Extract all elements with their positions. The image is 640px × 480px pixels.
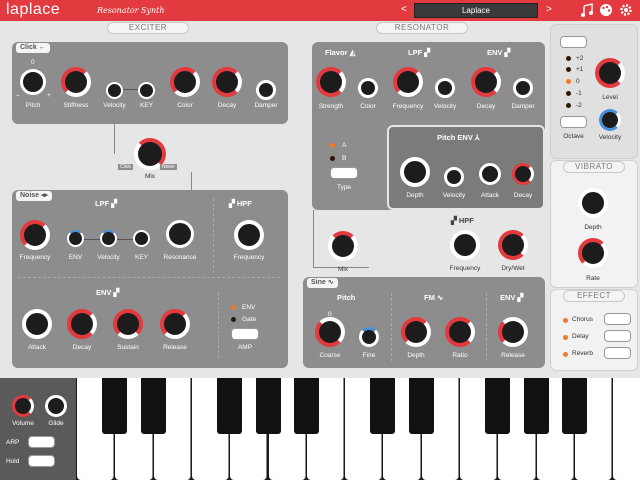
resonator-frequency-knob[interactable] [393,67,423,97]
amp-env-option-dot[interactable] [231,305,236,310]
chorus-toggle-dot[interactable] [563,318,568,323]
black-key[interactable] [561,378,587,434]
music-note-icon[interactable] [580,3,594,17]
prev-preset-button[interactable]: < [401,4,407,15]
octave-plus1-dot[interactable] [566,67,571,72]
noise-env-knob[interactable] [67,230,84,247]
noise-attack-knob[interactable] [22,309,52,339]
noise-sustain-knob[interactable] [113,309,143,339]
black-key[interactable] [102,378,128,434]
black-key[interactable] [408,378,434,434]
resonator-damper-knob[interactable] [513,78,533,98]
noise-release-knob[interactable] [160,309,190,339]
noise-resonance-knob[interactable] [166,220,194,248]
effect-heading: EFFECT [563,290,625,302]
black-key[interactable] [140,378,166,434]
palette-icon[interactable] [599,3,613,17]
noise-decay-knob[interactable] [67,309,97,339]
preset-name[interactable]: Laplace [414,3,538,18]
delay-edit-button[interactable] [604,330,631,342]
noise-velocity-knob[interactable] [100,230,117,247]
click-key-knob[interactable] [138,82,155,99]
pitch-env-attack-knob[interactable] [479,163,501,185]
vibrato-depth-knob[interactable] [578,188,608,218]
fm-depth-knob[interactable] [401,317,431,347]
sine-fine-knob[interactable] [359,327,379,347]
resonator-heading: RESONATOR [376,22,468,34]
glide-knob[interactable] [45,395,67,417]
brand-subtitle: Resonator Synth [97,6,165,15]
noise-key-knob[interactable] [133,230,150,247]
reverb-toggle-dot[interactable] [563,352,568,357]
black-key[interactable] [523,378,549,434]
black-key[interactable] [370,378,396,434]
volume-knob[interactable] [12,395,34,417]
amp-toggle-button[interactable] [231,328,259,340]
sine-coarse-knob[interactable] [315,317,345,347]
octave-down-button[interactable] [560,116,587,128]
vibrato-rate-knob[interactable] [578,238,608,268]
octave-minus2-dot[interactable] [566,103,571,108]
click-damper-knob[interactable] [256,80,276,100]
exciter-heading: EXCITER [107,22,189,34]
delay-toggle-dot[interactable] [563,335,568,340]
next-preset-button[interactable]: > [546,4,552,15]
resonator-hpf-frequency-knob[interactable] [450,230,480,260]
brand-logo: laplace [6,1,61,18]
amp-gate-option-dot[interactable] [231,317,236,322]
sine-tab[interactable]: Sine ∿ [307,278,338,288]
type-a-dot[interactable] [330,143,335,148]
black-key[interactable] [485,378,511,434]
resonator-decay-knob[interactable] [471,67,501,97]
black-key[interactable] [255,378,281,434]
octave-plus2-dot[interactable] [566,56,571,61]
pitch-env-velocity-knob[interactable] [444,167,464,187]
resonator-velocity-knob[interactable] [435,78,455,98]
click-velocity-knob[interactable] [106,82,123,99]
level-knob[interactable] [595,58,625,88]
noise-panel [12,190,288,368]
octave-zero-dot[interactable] [566,79,571,84]
stiffness-knob[interactable] [61,67,91,97]
resonator-strength-knob[interactable] [316,67,346,97]
top-bar [0,0,640,21]
resonator-mix-knob[interactable] [328,231,358,261]
chorus-edit-button[interactable] [604,313,631,325]
sine-release-knob[interactable] [498,317,528,347]
noise-hpf-frequency-knob[interactable] [234,220,264,250]
octave-minus1-dot[interactable] [566,91,571,96]
black-key[interactable] [293,378,319,434]
octave-up-button[interactable] [560,36,587,48]
click-tab[interactable]: Click ← [16,43,50,53]
noise-lpf-frequency-knob[interactable] [20,220,50,250]
arp-button[interactable] [28,436,55,448]
type-b-dot[interactable] [330,156,335,161]
resonator-color-knob[interactable] [358,78,378,98]
level-velocity-knob[interactable] [599,109,621,131]
reverb-edit-button[interactable] [604,347,631,359]
type-button[interactable] [330,167,358,179]
fm-ratio-knob[interactable] [445,317,475,347]
vibrato-heading: VIBRATO [563,161,625,173]
pitch-knob[interactable] [20,69,46,95]
black-key[interactable] [217,378,243,434]
pitch-env-depth-knob[interactable] [400,157,430,187]
dry-wet-knob[interactable] [498,230,528,260]
pitch-env-decay-knob[interactable] [512,163,534,185]
click-decay-knob[interactable] [212,67,242,97]
hold-button[interactable] [28,455,55,467]
click-color-knob[interactable] [170,67,200,97]
gear-icon[interactable] [619,3,633,17]
noise-tab[interactable]: Noise ◂▸ [16,191,53,201]
white-key[interactable] [613,378,640,480]
